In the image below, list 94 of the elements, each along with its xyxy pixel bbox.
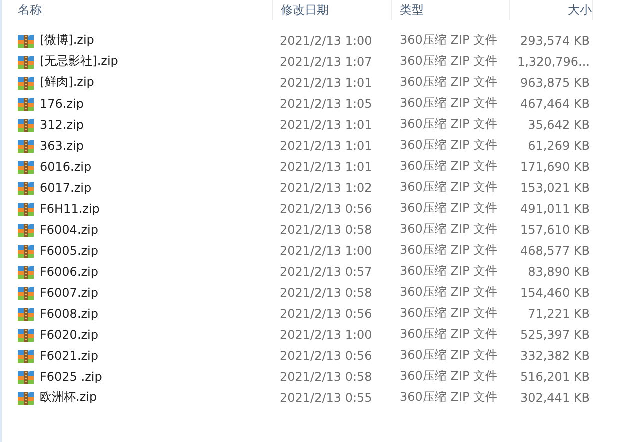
modified-date: 2021/2/13 0:58: [280, 222, 374, 236]
file-name[interactable]: [鲜肉].zip: [40, 74, 94, 91]
file-size: 468,577 KB: [519, 244, 590, 258]
modified-date: 2021/2/13 1:05: [280, 96, 374, 110]
file-type: 360压缩 ZIP 文件: [400, 347, 499, 364]
modified-date: 2021/2/13 1:02: [280, 180, 374, 194]
file-size: 293,574 KB: [519, 34, 590, 48]
file-size: 302,441 KB: [519, 390, 590, 404]
file-size: 171,690 KB: [519, 160, 590, 174]
file-name[interactable]: F6007.zip: [40, 286, 99, 300]
modified-date: 2021/2/13 1:00: [280, 244, 374, 258]
file-size: 467,464 KB: [519, 96, 590, 110]
file-size: 157,610 KB: [519, 222, 590, 236]
modified-date: 2021/2/13 1:01: [280, 138, 374, 152]
modified-date: 2021/2/13 0:57: [280, 264, 374, 278]
file-type: 360压缩 ZIP 文件: [400, 200, 499, 217]
zip-archive-icon: [18, 368, 34, 384]
file-type: 360压缩 ZIP 文件: [400, 179, 499, 196]
file-type: 360压缩 ZIP 文件: [400, 137, 499, 154]
file-name[interactable]: 6017.zip: [40, 180, 92, 194]
modified-date: 2021/2/13 0:56: [280, 306, 374, 320]
file-type: 360压缩 ZIP 文件: [400, 284, 499, 301]
file-type: 360压缩 ZIP 文件: [400, 263, 499, 280]
file-name[interactable]: F6025 .zip: [40, 370, 102, 384]
file-name[interactable]: F6006.zip: [40, 264, 99, 278]
file-type: 360压缩 ZIP 文件: [400, 368, 499, 385]
column-header[interactable]: 类型: [392, 0, 510, 20]
modified-date: 2021/2/13 0:56: [280, 348, 374, 362]
file-size: 516,201 KB: [519, 370, 590, 384]
zip-archive-icon: [18, 116, 34, 132]
column-header[interactable]: 大小: [510, 0, 593, 20]
file-name[interactable]: F6004.zip: [40, 222, 99, 236]
zip-archive-icon: [18, 158, 34, 174]
file-type: 360压缩 ZIP 文件: [400, 389, 499, 406]
file-name[interactable]: F6021.zip: [40, 348, 99, 362]
zip-archive-icon: [18, 390, 34, 406]
file-name[interactable]: [无忌影社].zip: [40, 53, 118, 70]
zip-archive-icon: [18, 74, 34, 90]
file-size: 332,382 KB: [519, 348, 590, 362]
zip-archive-icon: [18, 264, 34, 280]
modified-date: 2021/2/13 1:00: [280, 328, 374, 342]
file-type: 360压缩 ZIP 文件: [400, 221, 499, 238]
file-type: 360压缩 ZIP 文件: [400, 305, 499, 322]
file-name[interactable]: F6005.zip: [40, 244, 99, 258]
file-name[interactable]: 176.zip: [40, 96, 84, 110]
file-type: 360压缩 ZIP 文件: [400, 74, 499, 91]
file-size: 61,269 KB: [527, 138, 590, 152]
zip-archive-icon: [18, 138, 34, 154]
file-size: 963,875 KB: [519, 76, 590, 90]
file-size: 71,221 KB: [527, 306, 590, 320]
file-name[interactable]: 欧洲杯.zip: [40, 389, 98, 406]
file-type: 360压缩 ZIP 文件: [400, 32, 499, 49]
file-name[interactable]: F6H11.zip: [40, 202, 100, 216]
modified-date: 2021/2/13 1:01: [280, 76, 374, 90]
file-name[interactable]: F6008.zip: [40, 306, 99, 320]
zip-archive-icon: [18, 242, 34, 258]
file-size: 83,890 KB: [527, 264, 590, 278]
file-size: 35,642 KB: [527, 118, 590, 132]
zip-archive-icon: [18, 32, 34, 48]
modified-date: 2021/2/13 0:58: [280, 286, 374, 300]
file-type: 360压缩 ZIP 文件: [400, 53, 499, 70]
file-type: 360压缩 ZIP 文件: [400, 242, 499, 259]
file-size: 153,021 KB: [519, 180, 590, 194]
zip-archive-icon: [18, 200, 34, 216]
column-header[interactable]: 名称: [2, 0, 273, 20]
file-type: 360压缩 ZIP 文件: [400, 326, 499, 343]
file-name[interactable]: 312.zip: [40, 118, 84, 132]
modified-date: 2021/2/13 1:01: [280, 160, 374, 174]
column-header[interactable]: 修改日期: [273, 0, 392, 20]
zip-archive-icon: [18, 222, 34, 238]
file-type: 360压缩 ZIP 文件: [400, 158, 499, 175]
file-size: 491,011 KB: [519, 202, 590, 216]
file-name[interactable]: 6016.zip: [40, 160, 92, 174]
file-size: 525,397 KB: [519, 328, 590, 342]
modified-date: 2021/2/13 1:01: [280, 118, 374, 132]
zip-archive-icon: [18, 326, 34, 342]
file-name[interactable]: [微博].zip: [40, 32, 94, 49]
modified-date: 2021/2/13 1:00: [280, 34, 374, 48]
modified-date: 2021/2/13 1:07: [280, 54, 374, 68]
file-name[interactable]: 363.zip: [40, 138, 84, 152]
file-type: 360压缩 ZIP 文件: [400, 116, 499, 133]
file-type: 360压缩 ZIP 文件: [400, 95, 499, 112]
zip-archive-icon: [18, 306, 34, 322]
zip-archive-icon: [18, 180, 34, 196]
zip-archive-icon: [18, 54, 34, 70]
modified-date: 2021/2/13 0:58: [280, 370, 374, 384]
file-name[interactable]: F6020.zip: [40, 328, 99, 342]
zip-archive-icon: [18, 96, 34, 112]
modified-date: 2021/2/13 0:56: [280, 202, 374, 216]
modified-date: 2021/2/13 0:55: [280, 390, 374, 404]
zip-archive-icon: [18, 284, 34, 300]
file-size: 1,320,796...: [516, 54, 590, 68]
zip-archive-icon: [18, 348, 34, 364]
file-size: 154,460 KB: [519, 286, 590, 300]
